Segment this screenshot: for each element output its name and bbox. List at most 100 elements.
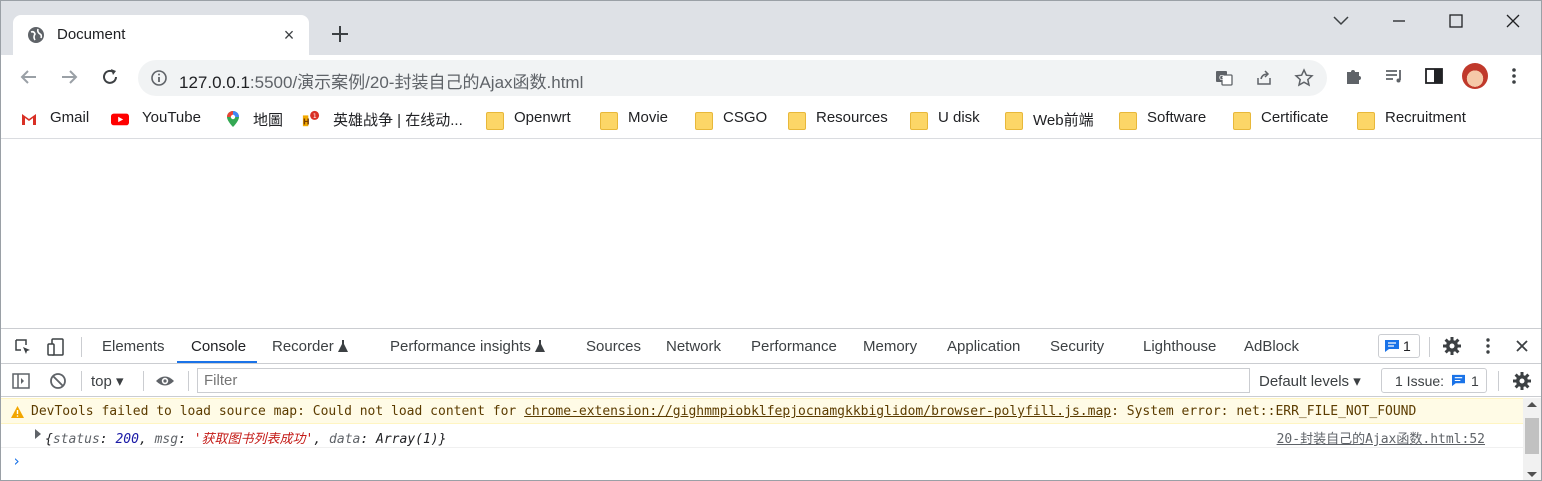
minimize-icon[interactable] [1385, 9, 1413, 33]
console-filter-input[interactable] [197, 368, 1250, 393]
share-icon[interactable] [1254, 68, 1274, 88]
close-devtools-icon[interactable] [1512, 336, 1532, 356]
folder-icon [1357, 112, 1375, 130]
settings-gear-icon[interactable] [1442, 336, 1462, 356]
browser-window: Document × 127.0.0.1:5500/演示案例/20-封装自己的A… [0, 0, 1542, 481]
game-icon: H 1 [302, 110, 320, 126]
tab-performance[interactable]: Performance [751, 338, 837, 355]
experimental-flask-icon [338, 340, 348, 352]
chevron-down-icon: ▾ [116, 373, 124, 390]
device-toolbar-icon[interactable] [46, 337, 66, 357]
tab-close-icon[interactable]: × [277, 23, 301, 47]
warning-suffix: : System error: net::ERR_FILE_NOT_FOUND [1111, 404, 1417, 419]
extensions-puzzle-icon[interactable] [1343, 65, 1365, 87]
folder-icon [910, 112, 928, 130]
address-bar[interactable]: 127.0.0.1:5500/演示案例/20-封装自己的Ajax函数.html … [138, 60, 1327, 96]
live-expression-eye-icon[interactable] [155, 371, 175, 391]
console-scrollbar[interactable] [1523, 398, 1541, 480]
svg-text:1: 1 [313, 113, 317, 120]
divider [1429, 337, 1430, 357]
console-output: DevTools failed to load source map: Coul… [1, 398, 1523, 480]
gmail-icon [22, 114, 36, 125]
messages-badge[interactable]: 1 [1378, 334, 1420, 358]
site-info-icon[interactable] [150, 69, 168, 87]
url-text[interactable]: 127.0.0.1:5500/演示案例/20-封装自己的Ajax函数.html [179, 68, 583, 93]
tab-adblock[interactable]: AdBlock [1244, 338, 1299, 355]
close-window-icon[interactable] [1499, 9, 1527, 33]
log-levels-dropdown[interactable]: Default levels ▾ [1259, 372, 1361, 390]
warning-message: DevTools failed to load source map: Coul… [31, 404, 1416, 419]
context-value: top [91, 373, 112, 390]
reload-icon[interactable] [98, 65, 122, 89]
brace-close: } [438, 432, 447, 447]
tab-memory[interactable]: Memory [863, 338, 917, 355]
expand-triangle-icon[interactable] [35, 429, 41, 439]
tab-network[interactable]: Network [666, 338, 721, 355]
messages-count: 1 [1403, 338, 1411, 354]
scroll-thumb[interactable] [1525, 418, 1539, 454]
scroll-up-arrow-icon[interactable] [1527, 402, 1537, 407]
folder-icon [1119, 112, 1137, 130]
log-object-preview[interactable]: {status: 200, msg: '获取图书列表成功', data: Arr… [45, 428, 446, 447]
context-selector[interactable]: top ▾ [91, 372, 124, 390]
tab-performance-insights[interactable]: Performance insights [390, 338, 531, 355]
forward-icon[interactable] [57, 65, 81, 89]
console-prompt[interactable]: › [12, 452, 21, 470]
log-source-link[interactable]: 20-封装自己的Ajax函数.html:52 [1277, 428, 1485, 447]
svg-text:G: G [1219, 74, 1224, 82]
tab-recorder[interactable]: Recorder [272, 338, 334, 355]
issues-button[interactable]: 1 Issue: 1 [1381, 368, 1487, 393]
tab-search-chevron-icon[interactable] [1327, 9, 1355, 33]
maximize-icon[interactable] [1442, 9, 1470, 33]
bookmark-label: Software [1147, 109, 1207, 126]
url-host: 127.0.0.1 [179, 73, 250, 92]
bookmark-star-icon[interactable] [1294, 68, 1314, 88]
value-data: Array(1) [376, 432, 439, 447]
bookmark-label: YouTube [142, 109, 201, 126]
console-log-row: {status: 200, msg: '获取图书列表成功', data: Arr… [1, 424, 1523, 448]
value-status: 200 [115, 432, 139, 447]
tab-lighthouse[interactable]: Lighthouse [1143, 338, 1216, 355]
url-path: :5500/演示案例/20-封装自己的Ajax函数.html [249, 73, 584, 92]
console-toolbar: top ▾ Default levels ▾ 1 Issue: 1 [1, 365, 1541, 397]
devtools-menu-icon[interactable] [1478, 336, 1498, 356]
translate-icon[interactable]: G [1214, 68, 1234, 88]
tab-security[interactable]: Security [1050, 338, 1104, 355]
tab-elements[interactable]: Elements [102, 338, 165, 355]
devtools-panel: Elements Console Recorder Performance in… [1, 328, 1541, 480]
key-msg: msg [154, 432, 179, 447]
chevron-down-icon: ▾ [1353, 373, 1361, 390]
bookmark-label: Recruitment [1385, 109, 1466, 126]
menu-kebab-icon[interactable] [1503, 65, 1525, 87]
issues-label: 1 Issue: [1395, 373, 1445, 389]
tab-sources[interactable]: Sources [586, 338, 641, 355]
maps-icon [227, 111, 239, 127]
tab-console[interactable]: Console [191, 338, 246, 355]
bookmark-label: Web前端 [1033, 112, 1094, 129]
clear-console-icon[interactable] [48, 371, 68, 391]
source-map-link[interactable]: chrome-extension://gighmmpiobklfepjocnam… [524, 404, 1111, 419]
profile-avatar[interactable] [1462, 63, 1488, 89]
media-controls-icon[interactable] [1383, 65, 1405, 87]
divider [1498, 371, 1499, 391]
back-icon[interactable] [17, 65, 41, 89]
experimental-flask-icon [535, 340, 545, 352]
scroll-down-arrow-icon[interactable] [1527, 472, 1537, 477]
tab-document[interactable]: Document × [13, 15, 309, 55]
console-settings-gear-icon[interactable] [1512, 371, 1532, 391]
bookmark-label: Gmail [50, 109, 90, 126]
new-tab-icon[interactable] [327, 21, 353, 47]
page-viewport[interactable] [1, 140, 1541, 328]
devtools-tab-bar: Elements Console Recorder Performance in… [1, 329, 1541, 364]
key-data: data [329, 432, 361, 447]
bookmark-label: U disk [938, 109, 980, 126]
youtube-icon [111, 113, 129, 126]
brace-open: { [45, 432, 53, 447]
inspect-element-icon[interactable] [13, 337, 33, 357]
warning-prefix: DevTools failed to load source map: Coul… [31, 404, 525, 419]
side-panel-icon[interactable] [1423, 65, 1445, 87]
tab-application[interactable]: Application [947, 338, 1020, 355]
bookmark-label: Resources [816, 109, 888, 126]
sidebar-toggle-icon[interactable] [11, 371, 31, 391]
folder-icon [695, 112, 713, 130]
